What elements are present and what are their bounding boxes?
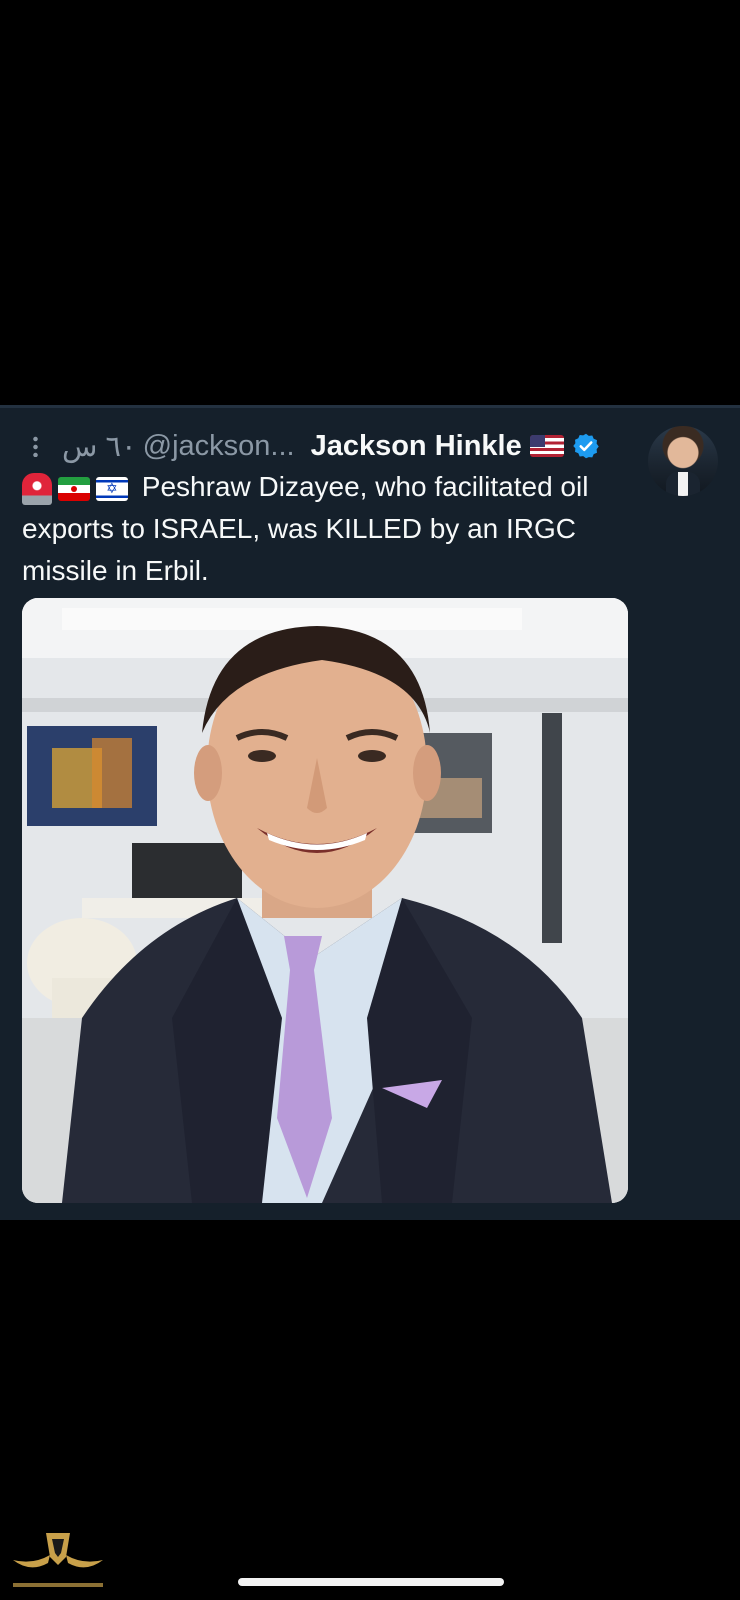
- avatar[interactable]: [648, 426, 718, 496]
- forum-logo-watermark: [8, 1525, 108, 1595]
- tweet-header: ٦٠ س @jackson... Jackson Hinkle: [20, 426, 630, 466]
- us-flag-icon: [529, 435, 564, 457]
- verified-badge-icon: [572, 432, 600, 460]
- tweet-text: Peshraw Dizayee, who facilitated oil exp…: [22, 466, 632, 592]
- tweet-timestamp[interactable]: ٦٠ س: [62, 429, 137, 464]
- screen: ٦٠ س @jackson... Jackson Hinkle Peshraw …: [0, 0, 740, 1600]
- portrait-image: [22, 598, 628, 1203]
- tweet-card[interactable]: ٦٠ س @jackson... Jackson Hinkle Peshraw …: [0, 405, 740, 1220]
- home-indicator[interactable]: [238, 1578, 504, 1586]
- iran-flag-icon: [58, 476, 90, 501]
- tweet-photo[interactable]: [22, 598, 628, 1203]
- siren-icon: [22, 472, 52, 505]
- israel-flag-icon: [96, 476, 128, 501]
- more-vertical-icon[interactable]: [20, 426, 50, 466]
- user-handle[interactable]: @jackson...: [143, 430, 295, 463]
- user-display-name[interactable]: Jackson Hinkle: [311, 430, 522, 463]
